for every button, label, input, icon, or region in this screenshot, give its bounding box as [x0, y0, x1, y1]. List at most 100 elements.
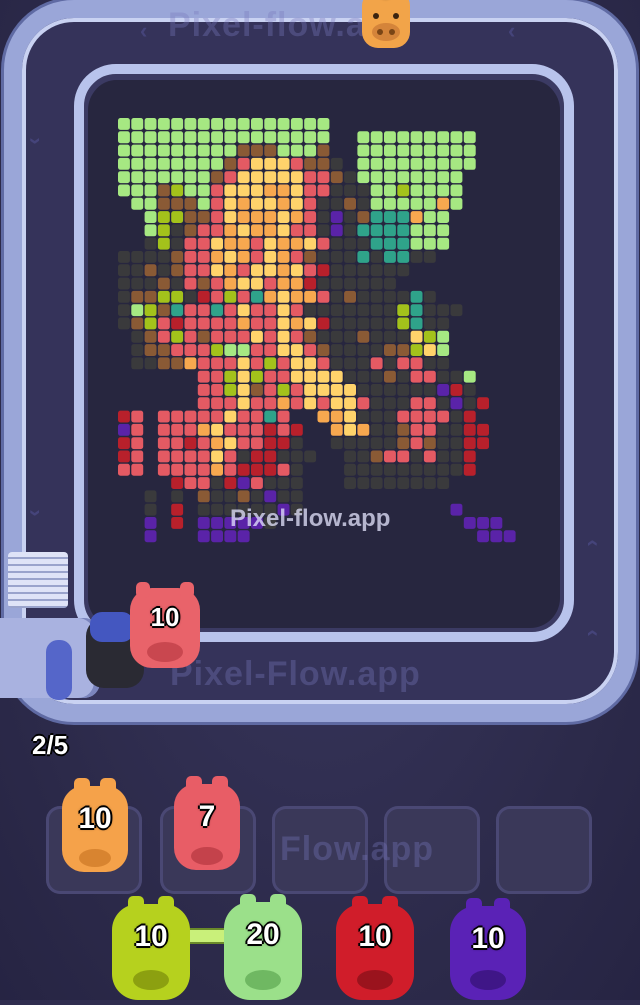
pixel-block [410, 437, 423, 450]
pixel-block [157, 131, 170, 144]
pixel-block [370, 317, 383, 330]
pixel-block [290, 157, 303, 170]
pixel-block [211, 357, 223, 370]
pixel-block [144, 171, 157, 184]
slot-pig-orange[interactable]: 10 [56, 778, 134, 878]
pixel-block [184, 251, 197, 263]
pixel-block [224, 277, 237, 290]
pixel-block [118, 304, 130, 317]
pixel-block [384, 237, 396, 250]
pixel-block [370, 184, 383, 197]
pixel-block [490, 517, 503, 529]
pixel-block [264, 423, 277, 436]
pixel-block [251, 197, 263, 210]
pixel-block [171, 463, 184, 476]
pixel-block [264, 171, 277, 184]
pixel-block [171, 184, 184, 197]
pixel-block [237, 410, 250, 423]
pixel-block [171, 477, 184, 489]
shooter-pig[interactable]: 10 [126, 582, 204, 674]
pixel-block [304, 370, 317, 383]
pixel-block [118, 251, 130, 263]
pixel-block [144, 490, 157, 503]
pixel-block [397, 264, 410, 277]
pixel-block [423, 157, 436, 170]
pixel-block [264, 184, 277, 197]
pixel-block [437, 410, 450, 423]
pixel-block [251, 144, 263, 157]
pixel-block [290, 423, 303, 436]
pixel-block [344, 463, 356, 476]
pixel-block [118, 463, 130, 476]
pixel-block [251, 184, 263, 197]
pixel-block [344, 211, 356, 223]
pixel-block [118, 144, 130, 157]
pixel-block [224, 144, 237, 157]
pixel-block [357, 197, 370, 210]
queue-pig-green[interactable]: 20 [220, 894, 306, 1000]
pixel-block [437, 131, 450, 144]
waiting-slot[interactable] [496, 806, 592, 894]
pixel-block [330, 277, 343, 290]
pixel-block [264, 290, 277, 303]
pixel-block [251, 370, 263, 383]
queue-pig-crimson[interactable]: 10 [332, 896, 418, 1000]
pixel-block [224, 211, 237, 223]
pixel-block [131, 410, 144, 423]
pixel-block [251, 224, 263, 237]
pixel-block [184, 423, 197, 436]
pixel-block [423, 237, 436, 250]
pixel-block [197, 330, 210, 343]
pixel-block [211, 397, 223, 410]
pixel-block [118, 157, 130, 170]
pixel-block [264, 357, 277, 370]
pixel-block [304, 344, 317, 356]
pixel-block [277, 197, 290, 210]
pixel-block [211, 131, 223, 144]
pixel-block [157, 171, 170, 184]
pixel-block [251, 131, 263, 144]
top-track-pig[interactable]: 9 [356, 0, 416, 60]
pig-count: 10 [134, 920, 168, 953]
pixel-block [450, 304, 463, 317]
pixel-block [277, 477, 290, 489]
pixel-block [157, 410, 170, 423]
pixel-block [370, 423, 383, 436]
pixel-block [224, 437, 237, 450]
pixel-block [251, 423, 263, 436]
pixel-block [357, 251, 370, 263]
pixel-block [157, 330, 170, 343]
pixel-block [264, 317, 277, 330]
pixel-block [277, 144, 290, 157]
pixel-block [370, 131, 383, 144]
slot-pig-red[interactable]: 7 [168, 776, 246, 876]
pixel-block [237, 171, 250, 184]
pixel-block [290, 370, 303, 383]
pixel-block [144, 357, 157, 370]
pixel-block [384, 463, 396, 476]
pixel-block [437, 144, 450, 157]
pixel-block [370, 157, 383, 170]
pixel-block [290, 290, 303, 303]
pixel-block [397, 330, 410, 343]
pixel-block [277, 397, 290, 410]
pixel-block [211, 384, 223, 396]
pixel-block [171, 490, 184, 503]
pixel-block [317, 224, 330, 237]
pixel-block [237, 370, 250, 383]
pixel-block [237, 184, 250, 197]
pixel-block [410, 384, 423, 396]
pixel-block [131, 344, 144, 356]
pixel-block [157, 264, 170, 277]
pixel-block [317, 144, 330, 157]
pixel-block [264, 330, 277, 343]
pixel-block [118, 290, 130, 303]
pixel-block [370, 171, 383, 184]
pixel-block [144, 330, 157, 343]
queue-pig-lime[interactable]: 10 [108, 896, 194, 1000]
pixel-block [157, 237, 170, 250]
pixel-block [224, 423, 237, 436]
pixel-block [463, 437, 476, 450]
queue-pig-purple[interactable]: 10 [446, 898, 530, 1000]
pixel-block [304, 211, 317, 223]
